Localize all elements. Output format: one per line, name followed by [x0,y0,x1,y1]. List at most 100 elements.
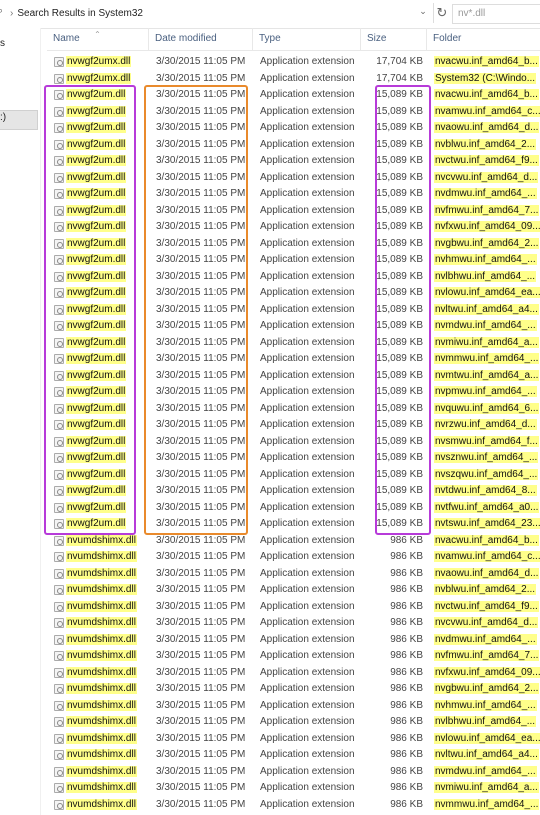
dll-file-icon [54,618,64,628]
table-row[interactable]: nvumdshimx.dll 3/30/2015 11:05 PM Applicat… [47,665,540,682]
column-folder-label: Folder [433,33,462,44]
file-type: Application extension [260,369,355,381]
file-folder-text: nvquwu.inf_amd64_6... [434,402,540,414]
annotation-box-date [144,85,248,535]
file-folder-text: nvlowu.inf_amd64_ea... [434,287,540,298]
file-name-text: nvumdshimx.dll [66,633,137,645]
column-date-modified[interactable]: Date modified [149,28,253,50]
search-input[interactable]: nv*.dll [452,4,540,24]
file-folder: nvdmwu.inf_amd64_... [434,632,540,649]
file-date: 3/30/2015 11:05 PM [156,551,246,562]
file-name-text: nvwgf2umx.dll [66,56,132,67]
file-size: 986 KB [390,567,423,579]
file-type: Application extension [260,600,355,612]
annotation-box-size [375,85,431,535]
file-folder: nvacwu.inf_amd64_b... [434,87,540,104]
file-folder: nvblwu.inf_amd64_2... [434,137,540,154]
table-row[interactable]: nvumdshimx.dll 3/30/2015 11:05 PM Applicat… [47,648,540,665]
file-name: nvumdshimx.dll [66,665,161,682]
table-row[interactable]: nvumdshimx.dll 3/30/2015 11:05 PM Applicat… [47,566,540,583]
file-name: nvumdshimx.dll [66,615,161,632]
file-folder-text: nvtswu.inf_amd64_23... [434,518,540,529]
table-row[interactable]: nvumdshimx.dll 3/30/2015 11:05 PM Applicat… [47,780,540,797]
file-folder-text: nvlowu.inf_amd64_ea... [434,732,540,744]
file-type: Application extension [260,567,355,579]
file-folder-text: nvtdwu.inf_amd64_8... [434,485,537,496]
file-folder: nvmmwu.inf_amd64_... [434,797,540,814]
dll-file-icon [54,733,64,744]
file-folder-text: nvamwu.inf_amd64_c... [434,105,540,117]
file-date: 3/30/2015 11:05 PM [156,666,246,678]
file-folder-text: nvsmwu.inf_amd64_f... [434,435,539,447]
file-type: Application extension [260,56,355,67]
file-type: Application extension [260,782,355,793]
refresh-icon[interactable]: ↻ [433,3,450,23]
table-row[interactable]: nvumdshimx.dll 3/30/2015 11:05 PM Applicat… [47,698,540,715]
file-name: nvumdshimx.dll [66,731,161,748]
file-folder: nvtfwu.inf_amd64_a0... [434,500,540,517]
file-folder: nvtdwu.inf_amd64_8... [434,483,540,500]
table-row[interactable]: nvumdshimx.dll 3/30/2015 11:05 PM Applicat… [47,797,540,814]
column-folder[interactable]: Folder [427,28,540,50]
file-name: nvumdshimx.dll [66,747,161,764]
table-row[interactable]: nvumdshimx.dll 3/30/2015 11:05 PM Applicat… [47,731,540,748]
file-name-text: nvwgf2umx.dll [66,72,132,84]
dll-file-icon [54,799,64,810]
column-type[interactable]: Type [253,28,361,50]
file-folder-text: nvmiwu.inf_amd64_a... [434,782,539,793]
file-name-text: nvumdshimx.dll [66,650,137,661]
file-folder: nvmtwu.inf_amd64_a... [434,368,540,385]
table-row[interactable]: nvwgf2umx.dll 3/30/2015 11:05 PM Applicati… [47,54,540,71]
table-row[interactable]: nvumdshimx.dll 3/30/2015 11:05 PM Applicat… [47,632,540,649]
column-size-label: Size [367,33,387,44]
sort-chevron-icon: ⌃ [94,30,101,39]
file-type: Application extension [260,633,355,645]
file-name: nvumdshimx.dll [66,714,161,731]
file-folder: nvcvwu.inf_amd64_d... [434,615,540,632]
file-folder: nvlbhwu.inf_amd64_... [434,714,540,731]
column-size[interactable]: Size [361,28,427,50]
file-name-text: nvumdshimx.dll [66,765,137,777]
file-folder: nvlbhwu.inf_amd64_... [434,269,540,286]
table-row[interactable]: nvumdshimx.dll 3/30/2015 11:05 PM Applicat… [47,747,540,764]
file-type: Application extension [260,336,355,348]
file-folder-text: nvacwu.inf_amd64_b... [434,56,539,67]
file-type: Application extension [260,89,355,100]
table-row[interactable]: nvumdshimx.dll 3/30/2015 11:05 PM Applicat… [47,615,540,632]
file-size: 986 KB [390,765,423,777]
file-folder: nvmmwu.inf_amd64_... [434,351,540,368]
search-placeholder: nv*.dll [458,8,486,19]
file-folder: nvrzwu.inf_amd64_d... [434,417,540,434]
file-folder: nvgbwu.inf_amd64_2... [434,236,540,253]
file-size: 986 KB [390,732,423,744]
file-name: nvumdshimx.dll [66,582,161,599]
file-folder: nvmiwu.inf_amd64_a... [434,780,540,797]
nav-item[interactable]: :) [0,112,6,123]
file-folder-text: nvacwu.inf_amd64_b... [434,534,539,546]
table-row[interactable]: nvumdshimx.dll 3/30/2015 11:05 PM Applicat… [47,599,540,616]
dll-file-icon [54,700,64,711]
file-type: Application extension [260,237,355,249]
file-folder-text: nvlbhwu.inf_amd64_... [434,716,537,727]
table-row[interactable]: nvumdshimx.dll 3/30/2015 11:05 PM Applicat… [47,549,540,566]
column-name[interactable]: Name ⌃ [47,28,149,50]
chevron-down-icon[interactable]: ⌄ [416,6,430,20]
file-type: Application extension [260,584,355,595]
breadcrumb[interactable]: › Search Results in System32 [10,8,143,19]
file-folder-text: nvaowu.inf_amd64_d... [434,567,540,579]
file-date: 3/30/2015 11:05 PM [156,699,246,711]
file-name-text: nvumdshimx.dll [66,798,137,810]
nav-item[interactable]: s [0,38,5,49]
file-type: Application extension [260,254,355,265]
table-row[interactable]: nvumdshimx.dll 3/30/2015 11:05 PM Applicat… [47,714,540,731]
table-row[interactable]: nvumdshimx.dll 3/30/2015 11:05 PM Applicat… [47,681,540,698]
table-row[interactable]: nvumdshimx.dll 3/30/2015 11:05 PM Applicat… [47,764,540,781]
breadcrumb-separator-icon: › [10,8,14,19]
file-folder-text: nvmdwu.inf_amd64_... [434,320,537,331]
file-folder-text: nvmtwu.inf_amd64_a... [434,369,540,381]
file-size: 986 KB [390,584,423,595]
file-folder-text: nvaowu.inf_amd64_d... [434,122,540,133]
file-name-text: nvumdshimx.dll [66,617,137,628]
file-size: 986 KB [390,798,423,810]
table-row[interactable]: nvumdshimx.dll 3/30/2015 11:05 PM Applicat… [47,582,540,599]
